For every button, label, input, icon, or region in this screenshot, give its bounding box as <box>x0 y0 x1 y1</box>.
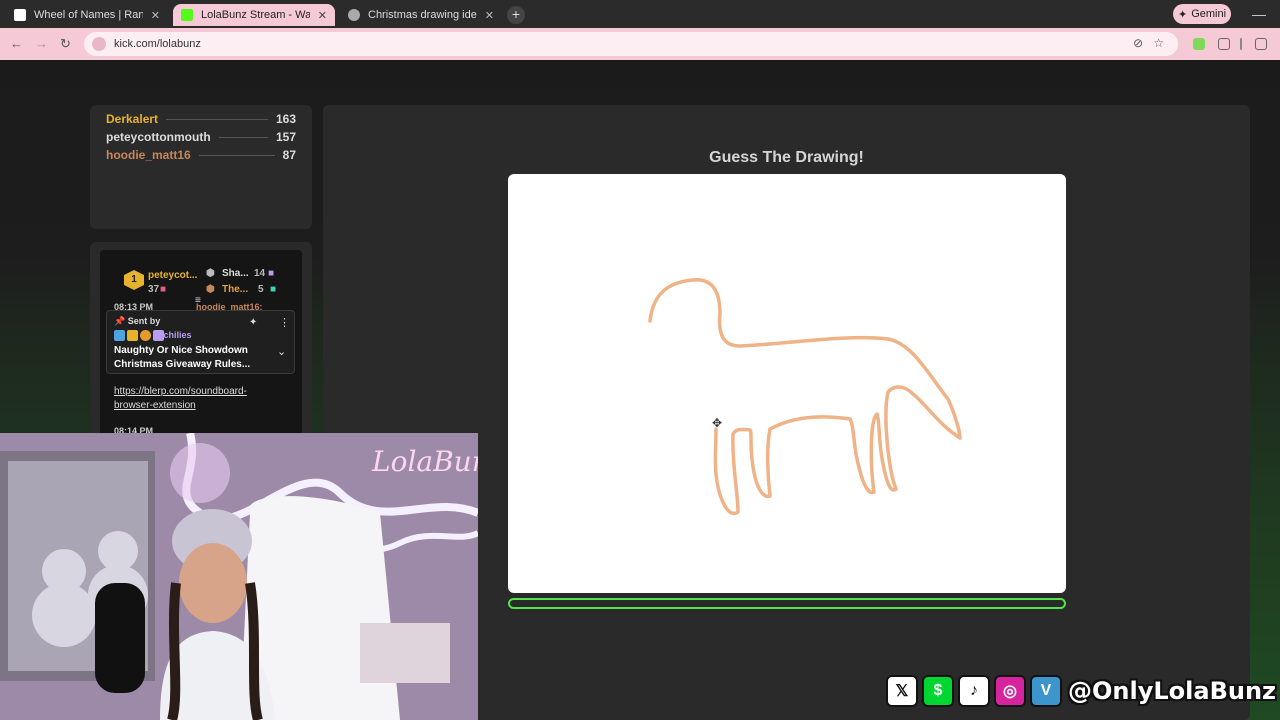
tab-strip: Wheel of Names | Random nam ✕ LolaBunz S… <box>0 0 1280 28</box>
webcam-image: LolaBunz <box>0 433 478 720</box>
hexagon-icon: ⬢ <box>206 284 215 295</box>
game-title: Guess The Drawing! <box>709 149 864 166</box>
close-icon[interactable]: ✕ <box>151 9 160 22</box>
gemini-button[interactable]: ✦ Gemini <box>1173 4 1231 24</box>
pin-icon[interactable]: ✦ <box>249 317 257 328</box>
side-panel-icon[interactable] <box>1255 38 1267 50</box>
gift-icon: ■ <box>270 284 277 295</box>
instagram-icon: ◎ <box>994 675 1026 707</box>
cashapp-icon: $ <box>922 675 954 707</box>
player-name: hoodie_matt16 <box>106 148 191 162</box>
puzzle-icon[interactable] <box>1218 38 1230 50</box>
drawing-canvas[interactable]: ✥ <box>508 174 1066 593</box>
bookmark-star-icon[interactable]: ☆ <box>1153 36 1164 50</box>
reload-icon[interactable]: ↻ <box>60 36 71 52</box>
badge-icon <box>140 330 151 341</box>
address-bar[interactable]: kick.com/lolabunz ⊘ ☆ <box>84 32 1178 56</box>
hexagon-icon: ⬢ <box>206 268 215 279</box>
pinned-text: Naughty Or Nice Showdown Christmas Givea… <box>114 345 251 370</box>
player-score: 157 <box>275 130 296 144</box>
chat-panel: 1 peteycot... 37 ■ ⬢ Sha... 14 ■ ⬢ The..… <box>90 242 312 442</box>
player-score: 87 <box>282 148 296 162</box>
badge-icon <box>114 330 125 341</box>
back-icon[interactable]: ← <box>10 36 23 51</box>
top-gifter-count: 37 <box>148 284 160 295</box>
drawing-stroke <box>648 278 962 516</box>
site-info-icon[interactable] <box>92 37 106 51</box>
crown-icon <box>127 330 138 341</box>
top-gifter-name[interactable]: peteycot... <box>148 270 197 281</box>
minimize-icon[interactable]: — <box>1252 6 1266 22</box>
venmo-icon: V <box>1030 675 1062 707</box>
pin-icon: 📌 <box>114 316 128 326</box>
tab-christmas-drawing-ideas[interactable]: Christmas drawing ideas ✕ <box>340 4 502 26</box>
close-icon[interactable]: ✕ <box>318 9 327 22</box>
divider <box>1240 38 1242 50</box>
drawing-svg <box>648 278 962 516</box>
kick-icon <box>181 9 193 21</box>
leaderboard-row: hoodie_matt16 87 <box>106 147 296 163</box>
player-score: 163 <box>275 112 296 126</box>
sent-by-label: 📌 Sent by <box>114 316 161 326</box>
close-icon[interactable]: ✕ <box>485 9 494 22</box>
leaderboard-panel: Derkalert 163 peteycottonmouth 157 hoodi… <box>90 105 312 229</box>
player-name: peteycottonmouth <box>106 130 211 144</box>
globe-icon <box>348 9 360 21</box>
gift-icon: ■ <box>160 284 167 295</box>
tiktok-icon: ♪ <box>958 675 990 707</box>
chat-link[interactable]: https://blerp.com/soundboard-browser-ext… <box>114 385 264 413</box>
third-gifter-name[interactable]: The... <box>222 284 248 295</box>
tab-title: LolaBunz Stream - Watch Live o <box>201 9 310 21</box>
divider <box>166 118 268 120</box>
leaderboard-row: Derkalert 163 <box>106 111 296 127</box>
tab-title: Wheel of Names | Random nam <box>34 9 143 21</box>
sparkle-icon: ✦ <box>1177 8 1188 21</box>
x-icon: 𝕏 <box>886 675 918 707</box>
second-gifter-name[interactable]: Sha... <box>222 268 249 279</box>
leaderboard-row: peteycottonmouth 157 <box>106 129 296 145</box>
pinned-message[interactable]: 📌 Sent by ✦ ⋮ Achilies Naughty Or Nice S… <box>106 310 295 374</box>
forward-icon[interactable]: → <box>35 36 48 51</box>
webcam-feed: LolaBunz <box>0 433 478 720</box>
extension-icon[interactable] <box>1193 38 1205 50</box>
chat-box: 1 peteycot... 37 ■ ⬢ Sha... 14 ■ ⬢ The..… <box>100 250 302 440</box>
tab-lolabunz-stream[interactable]: LolaBunz Stream - Watch Live o ✕ <box>173 4 335 26</box>
social-handle-overlay: 𝕏 $ ♪ ◎ V @OnlyLolaBunz <box>886 674 1276 708</box>
url-text[interactable]: kick.com/lolabunz <box>114 38 201 50</box>
google-icon <box>14 9 26 21</box>
divider <box>218 136 268 138</box>
crosshair-cursor-icon: ✥ <box>712 416 723 430</box>
browser-toolbar: ← → ↻ kick.com/lolabunz ⊘ ☆ <box>0 28 1280 60</box>
eye-off-icon[interactable]: ⊘ <box>1133 36 1143 50</box>
tab-wheel-of-names[interactable]: Wheel of Names | Random nam ✕ <box>6 4 168 26</box>
gift-icon: ■ <box>268 268 275 279</box>
tab-title: Christmas drawing ideas <box>368 9 477 21</box>
player-name: Derkalert <box>106 112 159 126</box>
divider <box>198 154 275 156</box>
gemini-label: Gemini <box>1191 8 1227 20</box>
second-gifter-count: 14 <box>254 268 266 279</box>
round-timer-bar <box>508 598 1066 609</box>
social-handle: @OnlyLolaBunz <box>1068 677 1276 705</box>
neon-sign-text: LolaBunz <box>371 445 478 478</box>
chevron-down-icon[interactable]: ⌄ <box>277 345 286 358</box>
third-gifter-count: 5 <box>258 284 264 295</box>
new-tab-button[interactable]: + <box>507 6 525 24</box>
rank-badge: 1 <box>124 270 144 290</box>
more-options-icon[interactable]: ⋮ <box>279 316 290 329</box>
pinned-username[interactable]: Achilies <box>157 330 192 340</box>
